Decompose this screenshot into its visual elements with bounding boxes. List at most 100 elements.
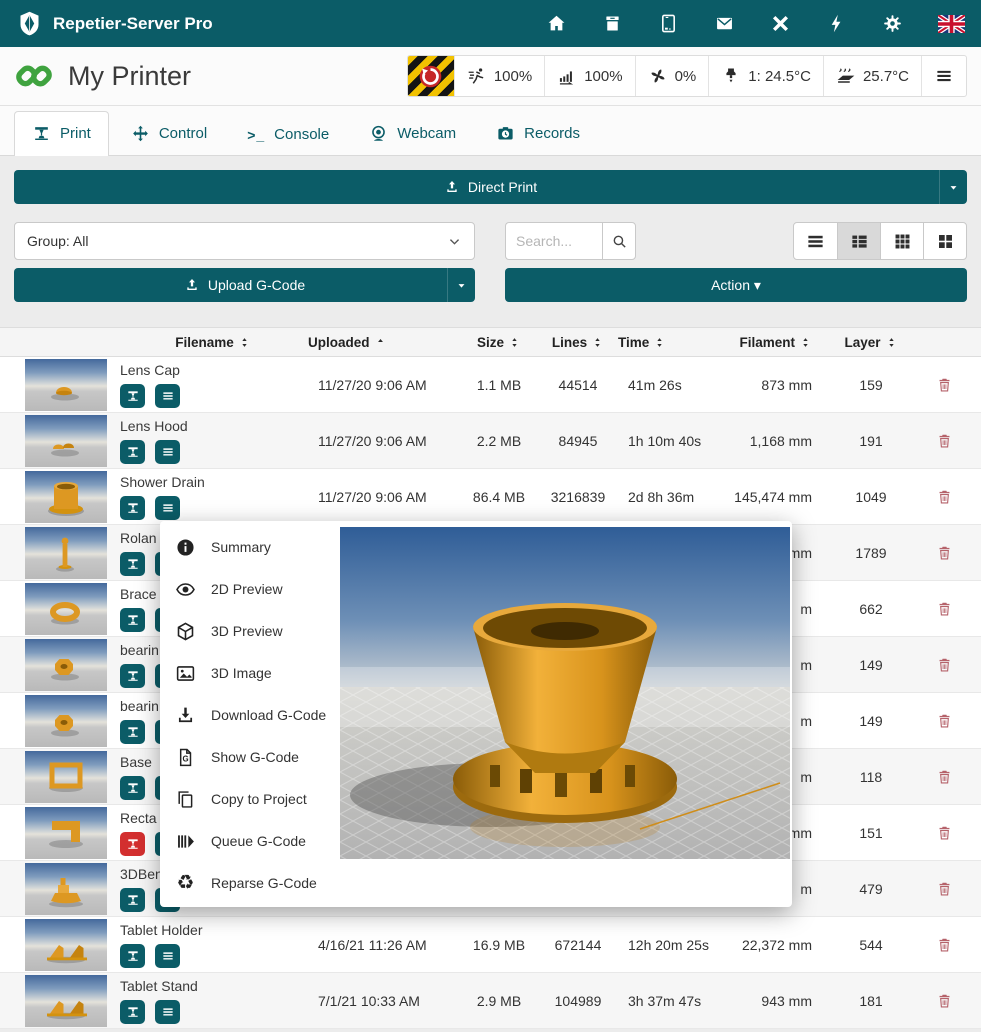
column-header-filename[interactable]: Filename xyxy=(118,335,308,350)
printer-list-icon[interactable] xyxy=(602,13,623,34)
view-grid-button[interactable] xyxy=(880,223,923,259)
direct-print-dropdown[interactable] xyxy=(939,170,967,204)
power-icon[interactable] xyxy=(826,13,847,34)
column-header-label: Size xyxy=(477,335,504,350)
settings-icon[interactable] xyxy=(882,13,903,34)
trash-icon[interactable] xyxy=(936,992,953,1010)
gcode-thumbnail[interactable] xyxy=(25,583,107,635)
tab-records[interactable]: Records xyxy=(478,111,598,156)
print-file-button[interactable] xyxy=(120,384,145,408)
gcode-thumbnail[interactable] xyxy=(25,975,107,1027)
trash-icon[interactable] xyxy=(936,656,953,674)
print-file-button[interactable] xyxy=(120,720,145,744)
trash-icon[interactable] xyxy=(936,712,953,730)
maintenance-icon[interactable] xyxy=(770,13,791,34)
column-header-filament[interactable]: Filament xyxy=(730,335,834,350)
layer-cell: 149 xyxy=(834,657,908,673)
status-extruder-temp[interactable]: 1: 24.5°C xyxy=(708,56,823,96)
row-buttons xyxy=(120,384,308,408)
language-uk-flag-icon[interactable] xyxy=(938,15,965,33)
menu-item-download-gcode[interactable]: Download G-Code xyxy=(160,694,340,736)
menu-item-2d-preview[interactable]: 2D Preview xyxy=(160,568,340,610)
uploaded-cell: 7/1/21 10:33 AM xyxy=(308,993,460,1009)
print-file-button[interactable] xyxy=(120,888,145,912)
print-file-button[interactable] xyxy=(120,440,145,464)
menu-item-queue-gcode[interactable]: Queue G-Code xyxy=(160,820,340,862)
tab-console[interactable]: >_Console xyxy=(229,113,347,156)
print-file-button[interactable] xyxy=(120,496,145,520)
sort-icon xyxy=(238,336,251,349)
menu-item-3d-image[interactable]: 3D Image xyxy=(160,652,340,694)
print-file-button[interactable] xyxy=(120,944,145,968)
view-list-button[interactable] xyxy=(794,223,837,259)
gcode-thumbnail[interactable] xyxy=(25,359,107,411)
print-file-button[interactable] xyxy=(120,1000,145,1024)
gcode-thumbnail[interactable] xyxy=(25,639,107,691)
gcode-thumbnail[interactable] xyxy=(25,527,107,579)
column-header-layer[interactable]: Layer xyxy=(834,335,908,350)
tab-control[interactable]: Control xyxy=(113,111,225,156)
menu-item-reparse-gcode[interactable]: ♻Reparse G-Code xyxy=(160,862,340,904)
column-header-size[interactable]: Size xyxy=(460,335,538,350)
trash-icon[interactable] xyxy=(936,600,953,618)
upload-gcode-dropdown[interactable] xyxy=(447,268,475,302)
gcode-thumbnail[interactable] xyxy=(25,695,107,747)
tab-webcam[interactable]: Webcam xyxy=(351,111,474,156)
fan-icon xyxy=(648,66,668,86)
gcode-thumbnail[interactable] xyxy=(25,807,107,859)
messages-icon[interactable] xyxy=(714,13,735,34)
trash-icon[interactable] xyxy=(936,432,953,450)
search-input[interactable] xyxy=(505,222,602,260)
emergency-stop-button[interactable] xyxy=(408,56,454,96)
trash-icon[interactable] xyxy=(936,376,953,394)
file-menu-button[interactable] xyxy=(155,944,180,968)
bed-icon xyxy=(836,66,856,86)
action-button[interactable]: Action ▾ xyxy=(505,268,967,302)
trash-icon[interactable] xyxy=(936,768,953,786)
column-header-time[interactable]: Time xyxy=(618,335,730,350)
trash-icon[interactable] xyxy=(936,824,953,842)
file-menu-button[interactable] xyxy=(155,384,180,408)
gcode-thumbnail[interactable] xyxy=(25,471,107,523)
print-file-button[interactable] xyxy=(120,664,145,688)
print-file-button[interactable] xyxy=(120,832,145,856)
file-menu-button[interactable] xyxy=(155,1000,180,1024)
column-header-uploaded[interactable]: Uploaded xyxy=(308,335,460,350)
column-header-lines[interactable]: Lines xyxy=(538,335,618,350)
search-button[interactable] xyxy=(602,222,636,260)
gcode-thumbnail[interactable] xyxy=(25,863,107,915)
status-bed-temp[interactable]: 25.7°C xyxy=(823,56,921,96)
trash-icon[interactable] xyxy=(936,544,953,562)
trash-icon[interactable] xyxy=(936,880,953,898)
row-buttons xyxy=(120,496,308,520)
print-file-button[interactable] xyxy=(120,776,145,800)
file-menu-button[interactable] xyxy=(155,496,180,520)
menu-item-show-gcode[interactable]: GShow G-Code xyxy=(160,736,340,778)
direct-print-button[interactable]: Direct Print xyxy=(14,170,967,204)
status-speed[interactable]: 100% xyxy=(454,56,544,96)
view-large-button[interactable] xyxy=(923,223,966,259)
menu-item-summary[interactable]: Summary xyxy=(160,526,340,568)
group-select[interactable]: Group: All xyxy=(14,222,475,260)
print-file-button[interactable] xyxy=(120,552,145,576)
gcode-thumbnail[interactable] xyxy=(25,919,107,971)
trash-icon[interactable] xyxy=(936,936,953,954)
menu-item-copy-to-project[interactable]: Copy to Project xyxy=(160,778,340,820)
trash-icon[interactable] xyxy=(936,488,953,506)
upload-gcode-button[interactable]: Upload G-Code xyxy=(14,268,475,302)
tab-print[interactable]: Print xyxy=(14,111,109,156)
brand[interactable]: Repetier-Server Pro xyxy=(16,10,213,37)
layer-cell: 544 xyxy=(834,937,908,953)
gcode-thumbnail[interactable] xyxy=(25,415,107,467)
upload-icon xyxy=(184,277,200,293)
menu-item-3d-preview[interactable]: 3D Preview xyxy=(160,610,340,652)
home-icon[interactable] xyxy=(546,13,567,34)
status-flow[interactable]: 100% xyxy=(544,56,634,96)
touchscreen-icon[interactable] xyxy=(658,13,679,34)
status-fan[interactable]: 0% xyxy=(635,56,709,96)
status-printer-menu[interactable] xyxy=(921,56,966,96)
gcode-thumbnail[interactable] xyxy=(25,751,107,803)
print-file-button[interactable] xyxy=(120,608,145,632)
file-menu-button[interactable] xyxy=(155,440,180,464)
view-detail-button[interactable] xyxy=(837,223,880,259)
